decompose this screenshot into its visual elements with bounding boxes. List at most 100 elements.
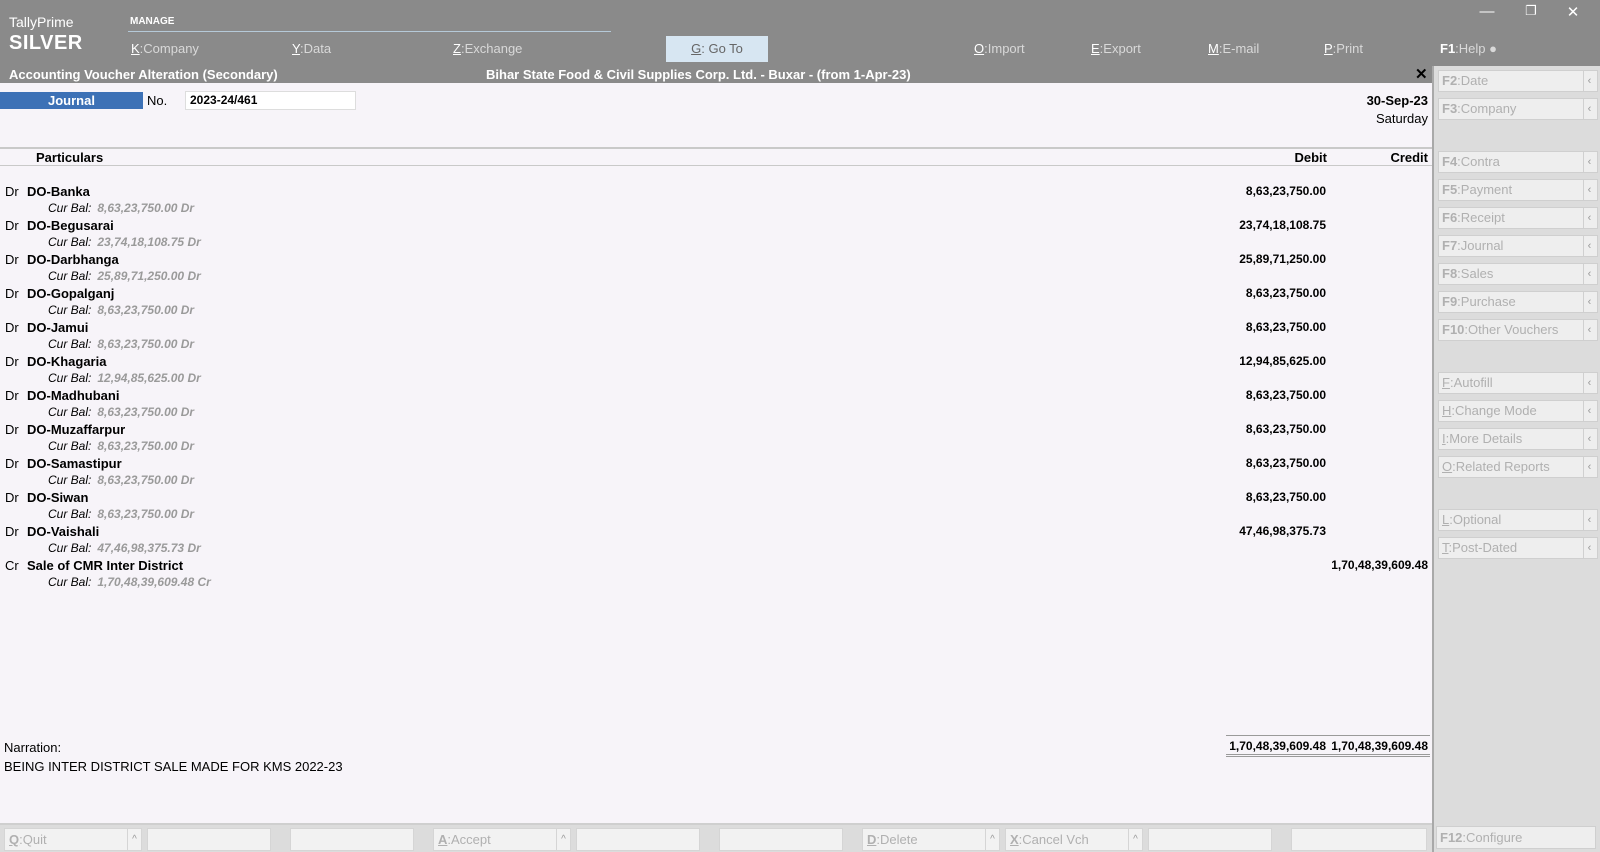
debit-amount[interactable]: 25,89,71,250.00 — [1239, 252, 1326, 266]
ledger-name[interactable]: DO-Gopalganj — [27, 286, 114, 301]
ledger-row[interactable]: Dr DO-Begusarai 23,74,18,108.75 Cur Bal:… — [0, 217, 1432, 251]
restore-icon[interactable]: ❐ — [1520, 3, 1542, 19]
close-window-icon[interactable]: ✕ — [1562, 3, 1584, 21]
ledger-name[interactable]: DO-Vaishali — [27, 524, 99, 539]
totals-line-bottom-double — [1226, 756, 1430, 757]
debit-amount[interactable]: 8,63,23,750.00 — [1246, 388, 1326, 402]
ledger-name[interactable]: DO-Siwan — [27, 490, 88, 505]
credit-amount[interactable]: 1,70,48,39,609.48 — [1331, 558, 1428, 572]
chevron-left-icon: ‹ — [1583, 236, 1595, 256]
chevron-left-icon: ‹ — [1583, 320, 1595, 340]
current-balance: Cur Bal: 47,46,98,375.73 Dr — [48, 541, 201, 555]
ledger-row[interactable]: Dr DO-Samastipur 8,63,23,750.00 Cur Bal:… — [0, 455, 1432, 489]
post-dated-button[interactable]: T:Post-Dated ‹ — [1438, 537, 1598, 559]
help-dot-icon: ● — [1489, 41, 1498, 56]
debit-amount[interactable]: 8,63,23,750.00 — [1246, 184, 1326, 198]
empty-bottom-slot — [147, 828, 271, 851]
ledger-name[interactable]: DO-Jamui — [27, 320, 88, 335]
date-button[interactable]: F2:Date ‹ — [1438, 70, 1598, 92]
debit-amount[interactable]: 8,63,23,750.00 — [1246, 422, 1326, 436]
current-balance: Cur Bal: 25,89,71,250.00 Dr — [48, 269, 201, 283]
journal-button[interactable]: F7:Journal ‹ — [1438, 235, 1598, 257]
autofill-button[interactable]: F:Autofill ‹ — [1438, 372, 1598, 394]
configure-button[interactable]: F12:Configure — [1436, 826, 1596, 849]
ledger-row[interactable]: Dr DO-Khagaria 12,94,85,625.00 Cur Bal: 1… — [0, 353, 1432, 387]
chevron-up-icon: ^ — [1128, 829, 1142, 850]
ledger-name[interactable]: DO-Khagaria — [27, 354, 106, 369]
voucher-day: Saturday — [1375, 111, 1428, 126]
ledger-row[interactable]: Dr DO-Jamui 8,63,23,750.00 Cur Bal: 8,63,… — [0, 319, 1432, 353]
close-screen-icon[interactable]: ✕ — [1415, 65, 1428, 83]
contra-button[interactable]: F4:Contra ‹ — [1438, 151, 1598, 173]
manage-divider — [128, 31, 611, 32]
quit-button[interactable]: Q:Quit ^ — [4, 828, 142, 851]
voucher-date[interactable]: 30-Sep-23 — [1367, 93, 1428, 108]
more-details-button[interactable]: I:More Details ‹ — [1438, 428, 1598, 450]
ledger-row[interactable]: Dr DO-Muzaffarpur 8,63,23,750.00 Cur Bal… — [0, 421, 1432, 455]
menu-go-to[interactable]: G: Go To — [666, 36, 768, 62]
debit-amount[interactable]: 8,63,23,750.00 — [1246, 320, 1326, 334]
ledger-row[interactable]: Dr DO-Madhubani 8,63,23,750.00 Cur Bal: 8… — [0, 387, 1432, 421]
related-reports-button[interactable]: O:Related Reports ‹ — [1438, 456, 1598, 478]
ledger-row[interactable]: Dr DO-Siwan 8,63,23,750.00 Cur Bal: 8,63,… — [0, 489, 1432, 523]
ledger-row[interactable]: Dr DO-Darbhanga 25,89,71,250.00 Cur Bal:… — [0, 251, 1432, 285]
menu-exchange[interactable]: Z:Exchange — [453, 41, 522, 56]
debit-amount[interactable]: 47,46,98,375.73 — [1239, 524, 1326, 538]
other-vouchers-button[interactable]: F10:Other Vouchers ‹ — [1438, 319, 1598, 341]
debit-amount[interactable]: 8,63,23,750.00 — [1246, 456, 1326, 470]
menu-company[interactable]: K:Company — [131, 41, 199, 56]
ledger-name[interactable]: Sale of CMR Inter District — [27, 558, 183, 573]
debit-amount[interactable]: 12,94,85,625.00 — [1239, 354, 1326, 368]
current-balance: Cur Bal: 8,63,23,750.00 Dr — [48, 473, 195, 487]
purchase-button[interactable]: F9:Purchase ‹ — [1438, 291, 1598, 313]
debit-amount[interactable]: 8,63,23,750.00 — [1246, 286, 1326, 300]
menu-help[interactable]: F1:Help ● — [1440, 41, 1497, 56]
debit-amount[interactable]: 23,74,18,108.75 — [1239, 218, 1326, 232]
ledger-name[interactable]: DO-Madhubani — [27, 388, 119, 403]
optional-button[interactable]: L:Optional ‹ — [1438, 509, 1598, 531]
chevron-left-icon: ‹ — [1583, 373, 1595, 393]
narration-field[interactable]: BEING INTER DISTRICT SALE MADE FOR KMS 2… — [4, 759, 343, 774]
chevron-left-icon: ‹ — [1583, 180, 1595, 200]
menu-import[interactable]: O:Import — [974, 41, 1025, 56]
receipt-button[interactable]: F6:Receipt ‹ — [1438, 207, 1598, 229]
voucher-type[interactable]: Journal — [0, 92, 143, 109]
app-edition: SILVER — [9, 32, 83, 54]
voucher-number-field[interactable]: 2023-24/461 — [185, 91, 356, 110]
current-balance: Cur Bal: 1,70,48,39,609.48 Cr — [48, 575, 211, 589]
chevron-left-icon: ‹ — [1583, 401, 1595, 421]
dr-cr-indicator: Dr — [5, 218, 19, 233]
chevron-left-icon: ‹ — [1583, 99, 1595, 119]
ledger-name[interactable]: DO-Banka — [27, 184, 90, 199]
ledger-name[interactable]: DO-Muzaffarpur — [27, 422, 125, 437]
chevron-left-icon: ‹ — [1583, 208, 1595, 228]
menu-export[interactable]: E:Export — [1091, 41, 1141, 56]
ledger-row[interactable]: Cr Sale of CMR Inter District 1,70,48,39… — [0, 557, 1432, 591]
sales-button[interactable]: F8:Sales ‹ — [1438, 263, 1598, 285]
chevron-left-icon: ‹ — [1583, 538, 1595, 558]
ledger-name[interactable]: DO-Darbhanga — [27, 252, 119, 267]
ledger-row[interactable]: Dr DO-Vaishali 47,46,98,375.73 Cur Bal: 4… — [0, 523, 1432, 557]
ledger-row[interactable]: Dr DO-Gopalganj 8,63,23,750.00 Cur Bal: 8… — [0, 285, 1432, 319]
menu-email[interactable]: M:E-mail — [1208, 41, 1259, 56]
payment-button[interactable]: F5:Payment ‹ — [1438, 179, 1598, 201]
minimize-icon[interactable]: — — [1476, 3, 1498, 20]
dr-cr-indicator: Dr — [5, 252, 19, 267]
debit-amount[interactable]: 8,63,23,750.00 — [1246, 490, 1326, 504]
accept-button[interactable]: A:Accept ^ — [433, 828, 571, 851]
column-credit: Credit — [1390, 150, 1428, 165]
company-button[interactable]: F3:Company ‹ — [1438, 98, 1598, 120]
column-debit: Debit — [1294, 150, 1328, 165]
header-divider-top — [0, 147, 1432, 149]
menu-data[interactable]: Y:Data — [292, 41, 331, 56]
ledger-name[interactable]: DO-Samastipur — [27, 456, 122, 471]
change-mode-button[interactable]: H:Change Mode ‹ — [1438, 400, 1598, 422]
menu-print[interactable]: P:Print — [1324, 41, 1363, 56]
ledger-name[interactable]: DO-Begusarai — [27, 218, 114, 233]
dr-cr-indicator: Dr — [5, 490, 19, 505]
cancel-voucher-button[interactable]: X:Cancel Vch ^ — [1005, 828, 1143, 851]
delete-button[interactable]: D:Delete ^ — [862, 828, 1000, 851]
ledger-row[interactable]: Dr DO-Banka 8,63,23,750.00 Cur Bal: 8,63,… — [0, 183, 1432, 217]
dr-cr-indicator: Dr — [5, 524, 19, 539]
chevron-up-icon: ^ — [985, 829, 999, 850]
